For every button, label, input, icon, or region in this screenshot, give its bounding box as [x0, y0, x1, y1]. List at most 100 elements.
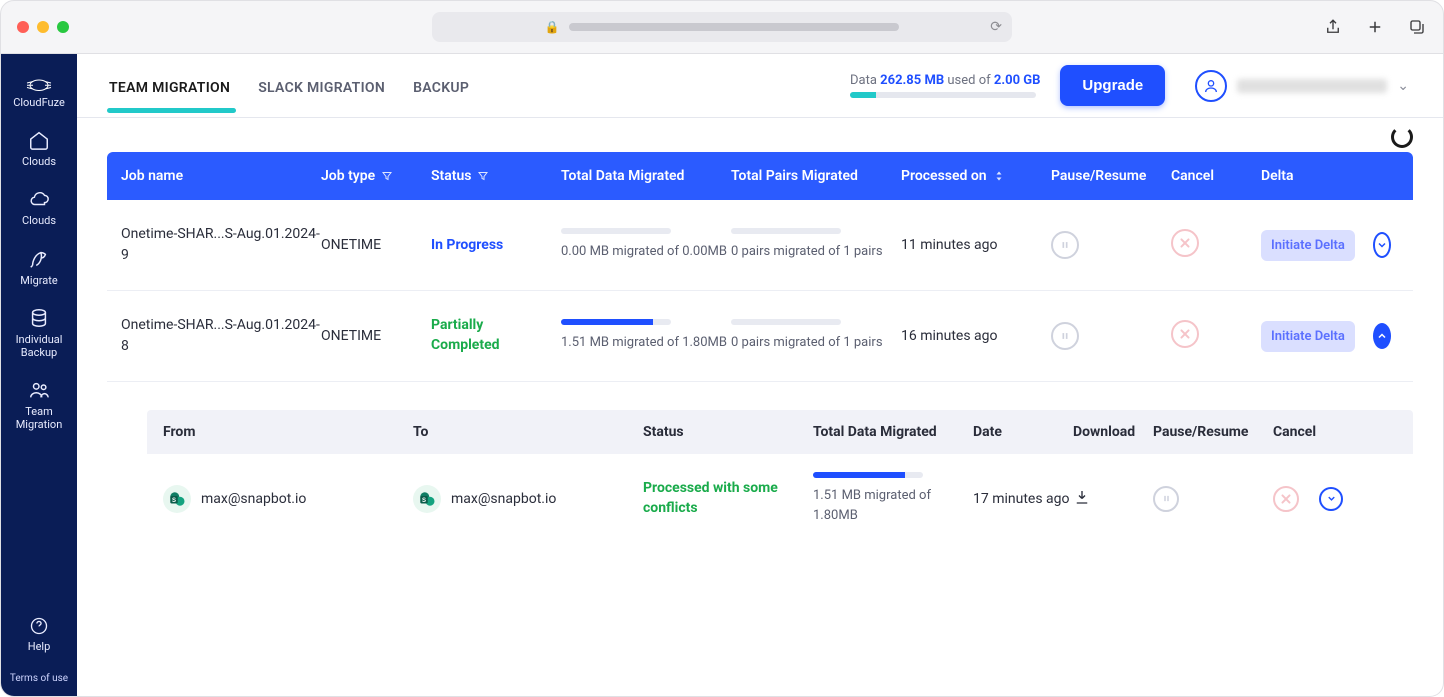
dcol-date: Date: [973, 424, 1073, 440]
pause-button[interactable]: [1153, 486, 1179, 512]
download-icon: [1073, 488, 1091, 506]
lock-icon: 🔒: [545, 20, 560, 34]
topbar-right: Data 262.85 MB used of 2.00 GB Upgrade ⌄: [850, 65, 1419, 106]
svg-text:S: S: [422, 498, 426, 504]
col-pause-resume: Pause/Resume: [1051, 168, 1171, 184]
refresh-icon[interactable]: ⟳: [990, 19, 1002, 35]
pause-resume-cell: [1051, 322, 1171, 350]
quota-prefix: Data: [850, 73, 877, 88]
pause-button[interactable]: [1051, 231, 1079, 259]
sidebar-item-help[interactable]: Help: [1, 606, 77, 663]
app-shell: CloudFuze Clouds Clouds Migrate Individu…: [0, 54, 1444, 697]
address-bar[interactable]: 🔒 ⟳: [432, 12, 1012, 42]
quota-mid: used of: [947, 73, 990, 88]
dcol-from: From: [163, 424, 413, 440]
col-processed-on[interactable]: Processed on: [901, 168, 1051, 184]
pause-button[interactable]: [1051, 322, 1079, 350]
dcol-download: Download: [1073, 424, 1153, 440]
job-pairs-migrated: 0 pairs migrated of 1 pairs: [731, 319, 901, 353]
pause-resume-cell: [1051, 231, 1171, 259]
job-processed-on: 11 minutes ago: [901, 237, 1051, 253]
delta-cell: Initiate Delta: [1261, 230, 1391, 261]
dcol-cancel: Cancel: [1273, 424, 1363, 440]
terms-link[interactable]: Terms of use: [10, 663, 68, 696]
collapse-row-button[interactable]: [1373, 323, 1391, 349]
job-name: Onetime-SHAR...S-Aug.01.2024-9: [121, 224, 321, 266]
expand-row-button[interactable]: [1373, 232, 1391, 258]
chevron-down-icon: ⌄: [1397, 78, 1409, 94]
chevron-down-icon: [1376, 239, 1388, 251]
job-processed-on: 16 minutes ago: [901, 328, 1051, 344]
cancel-button[interactable]: [1171, 320, 1199, 348]
top-tabs: TEAM MIGRATION SLACK MIGRATION BACKUP: [107, 60, 471, 112]
minimize-window-icon[interactable]: [37, 21, 49, 33]
pause-icon: [1060, 240, 1070, 250]
quota-display: Data 262.85 MB used of 2.00 GB: [850, 73, 1040, 98]
dcol-status: Status: [643, 424, 813, 440]
job-data-migrated: 1.51 MB migrated of 1.80MB: [561, 319, 731, 353]
download-button[interactable]: [1073, 494, 1091, 510]
quota-limit: 2.00 GB: [994, 73, 1041, 88]
detail-status: Processed with some conflicts: [643, 479, 813, 518]
svg-text:S: S: [172, 498, 176, 504]
col-status[interactable]: Status: [431, 168, 561, 184]
expand-detail-button[interactable]: [1319, 487, 1343, 511]
filter-icon: [477, 170, 489, 182]
table-row: Onetime-SHAR...S-Aug.01.2024-8 ONETIME P…: [107, 291, 1413, 382]
quota-used: 262.85 MB: [880, 73, 944, 88]
sidebar-item-label: Clouds: [22, 214, 56, 227]
quota-bar: [850, 92, 1036, 98]
upgrade-button[interactable]: Upgrade: [1060, 65, 1165, 106]
pause-icon: [1162, 494, 1171, 503]
cloudfuze-logo-icon: [24, 74, 54, 92]
sidebar-item-individual-backup[interactable]: Individual Backup: [1, 297, 77, 369]
detail-from: S max@snapbot.io: [163, 485, 413, 513]
jobs-header-row: Job name Job type Status Total Data Migr…: [107, 152, 1413, 200]
tab-team-migration[interactable]: TEAM MIGRATION: [107, 60, 232, 112]
tab-slack-migration[interactable]: SLACK MIGRATION: [256, 60, 387, 112]
pause-icon: [1060, 331, 1070, 341]
sort-icon: [993, 169, 1005, 183]
initiate-delta-button[interactable]: Initiate Delta: [1261, 230, 1355, 261]
cancel-button[interactable]: [1171, 229, 1199, 257]
col-job-type[interactable]: Job type: [321, 168, 431, 184]
sidebar-brand[interactable]: CloudFuze: [1, 64, 77, 119]
sidebar-item-label: Clouds: [22, 155, 56, 168]
filter-icon: [381, 170, 393, 182]
cancel-button[interactable]: [1273, 486, 1299, 512]
sidebar-item-clouds-1[interactable]: Clouds: [1, 119, 77, 178]
database-icon: [28, 307, 50, 329]
close-window-icon[interactable]: [17, 21, 29, 33]
sidebar-brand-label: CloudFuze: [13, 96, 65, 109]
maximize-window-icon[interactable]: [57, 21, 69, 33]
detail-header-row: From To Status Total Data Migrated Date …: [147, 410, 1413, 454]
col-cancel: Cancel: [1171, 168, 1261, 184]
detail-row: S max@snapbot.io S max@snapbot.io Proces…: [147, 454, 1413, 543]
new-tab-icon[interactable]: [1365, 18, 1385, 36]
detail-data: 1.51 MB migrated of 1.80MB: [813, 472, 973, 525]
initiate-delta-button[interactable]: Initiate Delta: [1261, 321, 1355, 352]
share-icon[interactable]: [1323, 18, 1343, 36]
window-controls: [17, 21, 69, 33]
job-name: Onetime-SHAR...S-Aug.01.2024-8: [121, 315, 321, 357]
username-obscured: [1237, 79, 1387, 93]
browser-actions: [1323, 18, 1427, 36]
detail-download: [1073, 488, 1153, 510]
tabs-overview-icon[interactable]: [1407, 18, 1427, 36]
job-status: In Progress: [431, 237, 561, 253]
sharepoint-icon: S: [413, 485, 441, 513]
loading-spinner-icon: [1391, 126, 1413, 148]
job-pairs-migrated: 0 pairs migrated of 1 pairs: [731, 228, 901, 262]
col-job-name[interactable]: Job name: [121, 168, 321, 184]
user-menu[interactable]: ⌄: [1185, 66, 1419, 106]
col-total-data[interactable]: Total Data Migrated: [561, 168, 731, 184]
tab-backup[interactable]: BACKUP: [411, 60, 471, 112]
sidebar-item-migrate[interactable]: Migrate: [1, 238, 77, 297]
job-type: ONETIME: [321, 328, 431, 344]
sidebar-item-label: Help: [28, 640, 51, 653]
sidebar-item-team-migration[interactable]: Team Migration: [1, 369, 77, 441]
chevron-up-icon: [1376, 330, 1388, 342]
sidebar-item-clouds-2[interactable]: Clouds: [1, 178, 77, 237]
jobs-table: Job name Job type Status Total Data Migr…: [107, 152, 1413, 382]
col-total-pairs[interactable]: Total Pairs Migrated: [731, 168, 901, 184]
